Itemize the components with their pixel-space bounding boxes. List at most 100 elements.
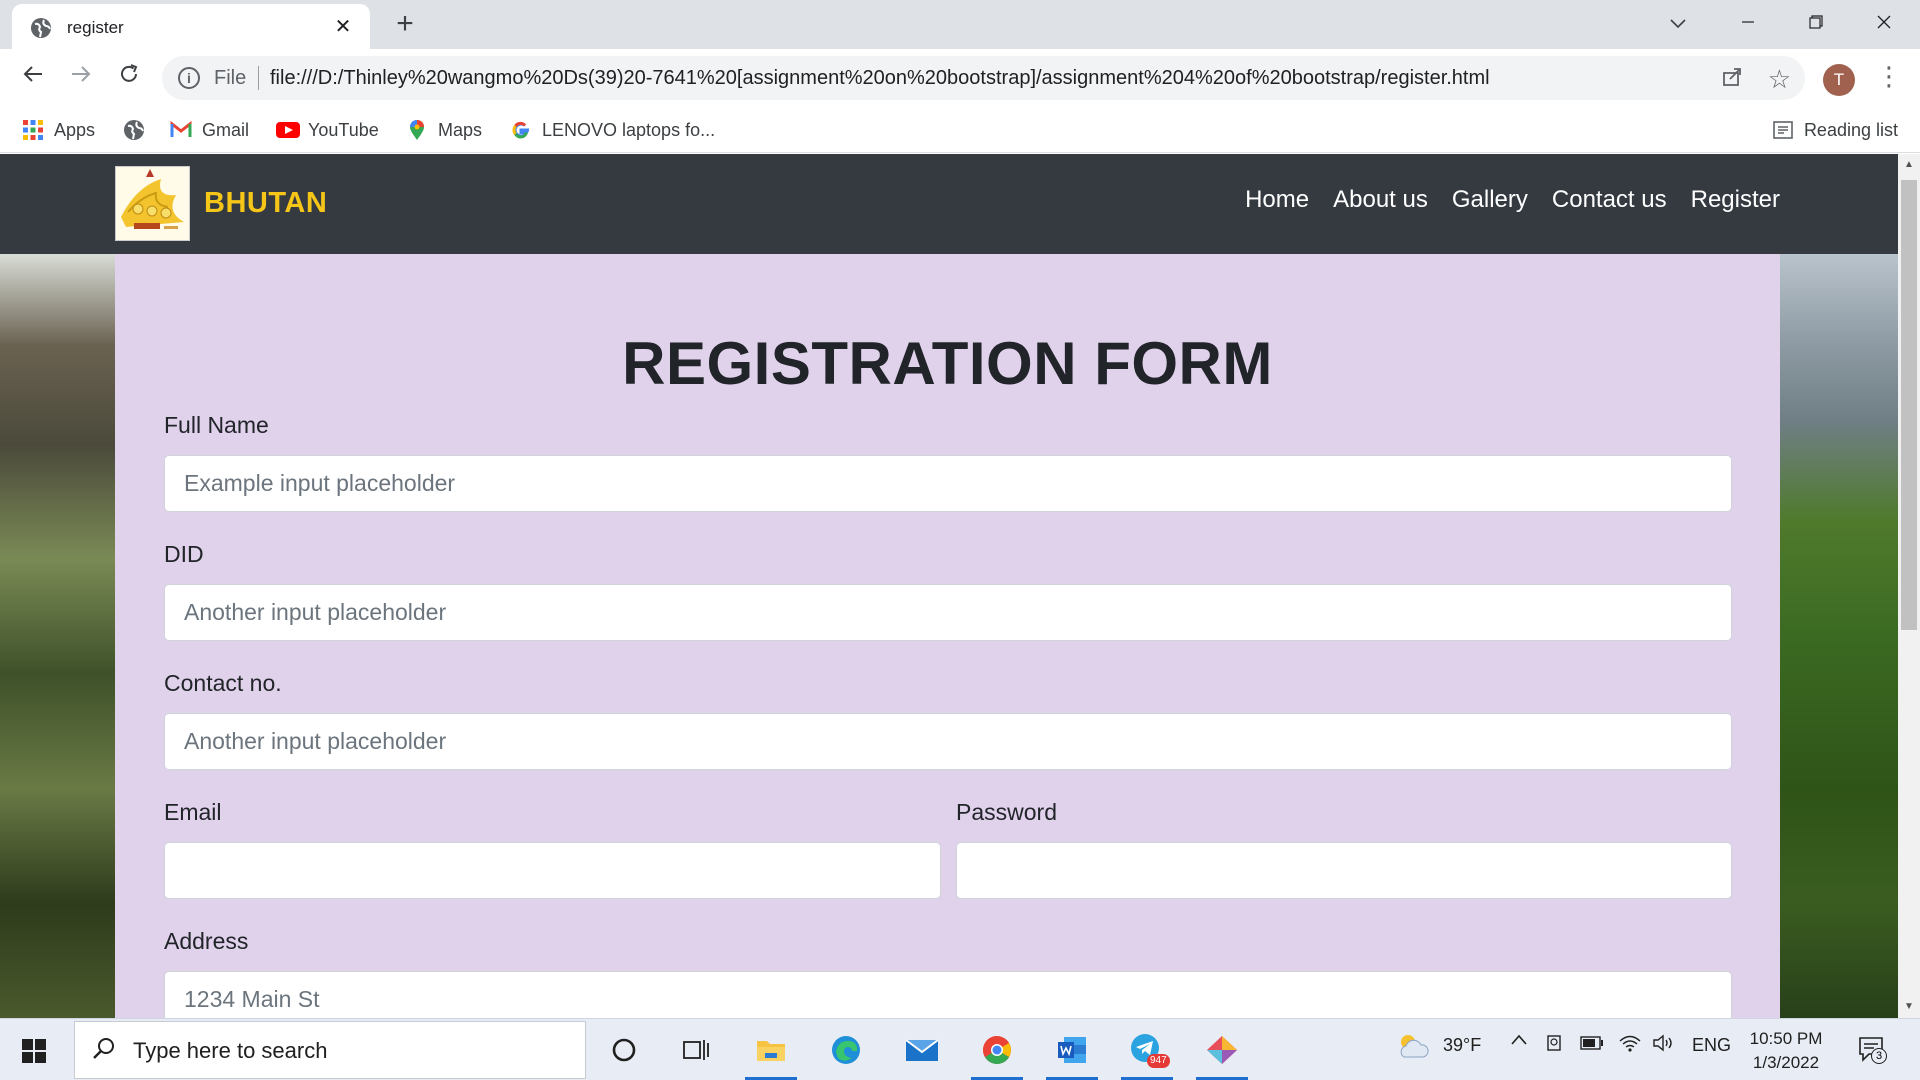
meet-now-icon[interactable] [1545, 1033, 1565, 1058]
share-icon[interactable] [1721, 66, 1743, 94]
background-image-left [0, 254, 116, 1018]
weather-temp[interactable]: 39°F [1443, 1035, 1481, 1056]
email-input[interactable] [164, 842, 941, 899]
address-label: Address [164, 928, 249, 954]
nav-link-about[interactable]: About us [1333, 186, 1428, 214]
chrome-icon[interactable] [967, 1024, 1027, 1080]
password-label: Password [956, 799, 1057, 825]
file-explorer-icon[interactable] [741, 1024, 801, 1080]
browser-toolbar: i File file:///D:/Thinley%20wangmo%20Ds(… [0, 49, 1920, 107]
notification-count: 3 [1871, 1048, 1887, 1064]
browser-tab[interactable]: register ✕ [12, 4, 370, 49]
reading-list-icon [1772, 119, 1794, 141]
search-icon [91, 1036, 117, 1069]
mail-icon[interactable] [892, 1024, 952, 1076]
tab-title: register [67, 18, 124, 37]
nav-link-register[interactable]: Register [1691, 186, 1780, 214]
language-indicator[interactable]: ENG [1692, 1035, 1731, 1056]
page-viewport: BHUTAN Home About us Gallery Contact us … [0, 154, 1898, 1018]
form-title: REGISTRATION FORM [622, 330, 1273, 397]
youtube-icon [276, 119, 300, 141]
telegram-badge: 947 [1147, 1054, 1170, 1068]
forward-arrow-icon[interactable] [64, 61, 98, 95]
windows-taskbar: Type here to search 947 39°F ENG 10:50 P… [0, 1018, 1920, 1080]
close-tab-icon[interactable]: ✕ [330, 14, 356, 40]
brand-name[interactable]: BHUTAN [204, 187, 327, 220]
browser-menu-icon[interactable]: ⋮ [1876, 61, 1902, 92]
task-view-icon[interactable] [666, 1024, 726, 1076]
did-label: DID [164, 541, 204, 567]
bookmark-label: Apps [54, 119, 96, 140]
apps-grid-icon [22, 119, 44, 141]
new-tab-button[interactable]: + [390, 9, 420, 40]
scroll-down-arrow-icon[interactable]: ▼ [1898, 996, 1920, 1018]
restore-icon[interactable] [1798, 8, 1834, 38]
clock-date: 1/3/2022 [1752, 1053, 1820, 1072]
nav-link-home[interactable]: Home [1245, 186, 1309, 214]
registration-form: REGISTRATION FORM Full Name Example inpu… [115, 254, 1780, 1018]
git-app-icon[interactable] [1192, 1024, 1252, 1080]
search-placeholder: Type here to search [133, 1038, 328, 1063]
volume-icon[interactable] [1652, 1033, 1676, 1058]
bookmark-label: Gmail [202, 119, 250, 140]
info-icon[interactable]: i [178, 67, 200, 89]
bookmarks-bar: Apps Gmail YouTube Maps LENOVO laptops f… [0, 107, 1920, 153]
telegram-icon[interactable]: 947 [1117, 1024, 1177, 1080]
tab-search-icon[interactable] [1660, 8, 1696, 38]
full-name-label: Full Name [164, 412, 269, 438]
address-bar[interactable]: i File file:///D:/Thinley%20wangmo%20Ds(… [162, 56, 1805, 100]
reading-list-label: Reading list [1803, 119, 1898, 140]
scroll-up-arrow-icon[interactable]: ▲ [1898, 154, 1920, 176]
tab-strip: register ✕ + [0, 0, 1920, 49]
password-input[interactable] [956, 842, 1732, 899]
brand-logo[interactable] [115, 166, 190, 241]
scroll-thumb[interactable] [1901, 180, 1917, 630]
clock-time: 10:50 PM [1749, 1029, 1823, 1048]
nav-link-gallery[interactable]: Gallery [1452, 186, 1528, 214]
bookmark-lenovo[interactable]: LENOVO laptops fo... [510, 116, 715, 144]
page-scrollbar[interactable]: ▲ ▼ [1898, 154, 1920, 1018]
bookmark-gmail[interactable]: Gmail [170, 116, 249, 144]
edge-icon[interactable] [816, 1024, 876, 1076]
nav-link-contact[interactable]: Contact us [1552, 186, 1667, 214]
word-icon[interactable] [1042, 1024, 1102, 1080]
start-button[interactable] [0, 1019, 72, 1080]
url-separator [258, 66, 259, 90]
google-icon [510, 119, 532, 141]
bookmark-globe[interactable] [123, 116, 155, 144]
chevron-up-icon[interactable] [1510, 1031, 1528, 1055]
bookmark-apps[interactable]: Apps [22, 116, 95, 144]
wifi-icon[interactable] [1619, 1033, 1641, 1058]
bookmark-label: YouTube [308, 119, 379, 140]
profile-avatar[interactable]: T [1823, 64, 1855, 96]
minimize-icon[interactable] [1730, 8, 1766, 38]
url-text[interactable]: file:///D:/Thinley%20wangmo%20Ds(39)20-7… [270, 67, 1490, 90]
site-navbar: BHUTAN Home About us Gallery Contact us … [0, 154, 1898, 254]
cortana-icon[interactable] [594, 1024, 654, 1076]
taskbar-search[interactable]: Type here to search [74, 1021, 586, 1079]
bookmark-star-icon[interactable]: ☆ [1768, 64, 1791, 95]
globe-icon [30, 17, 52, 39]
bookmark-youtube[interactable]: YouTube [276, 116, 379, 144]
windows-logo-icon [22, 1039, 46, 1063]
maps-pin-icon [406, 119, 428, 141]
background-image-right [1780, 254, 1898, 1018]
contact-label: Contact no. [164, 670, 282, 696]
did-input[interactable]: Another input placeholder [164, 584, 1732, 641]
reading-list-button[interactable]: Reading list [1772, 116, 1898, 144]
weather-icon[interactable] [1396, 1031, 1430, 1066]
gmail-icon [170, 119, 192, 141]
back-arrow-icon[interactable] [16, 61, 50, 95]
address-input[interactable]: 1234 Main St [164, 971, 1732, 1018]
contact-input[interactable]: Another input placeholder [164, 713, 1732, 770]
url-scheme: File [214, 67, 247, 89]
bookmark-maps[interactable]: Maps [406, 116, 482, 144]
system-clock[interactable]: 10:50 PM 1/3/2022 [1748, 1027, 1824, 1075]
reload-icon[interactable] [112, 61, 146, 95]
full-name-input[interactable]: Example input placeholder [164, 455, 1732, 512]
globe-icon [123, 119, 145, 141]
email-label: Email [164, 799, 222, 825]
notification-center-icon[interactable]: 3 [1857, 1034, 1887, 1064]
battery-icon[interactable] [1580, 1035, 1604, 1056]
close-window-icon[interactable] [1866, 8, 1902, 38]
